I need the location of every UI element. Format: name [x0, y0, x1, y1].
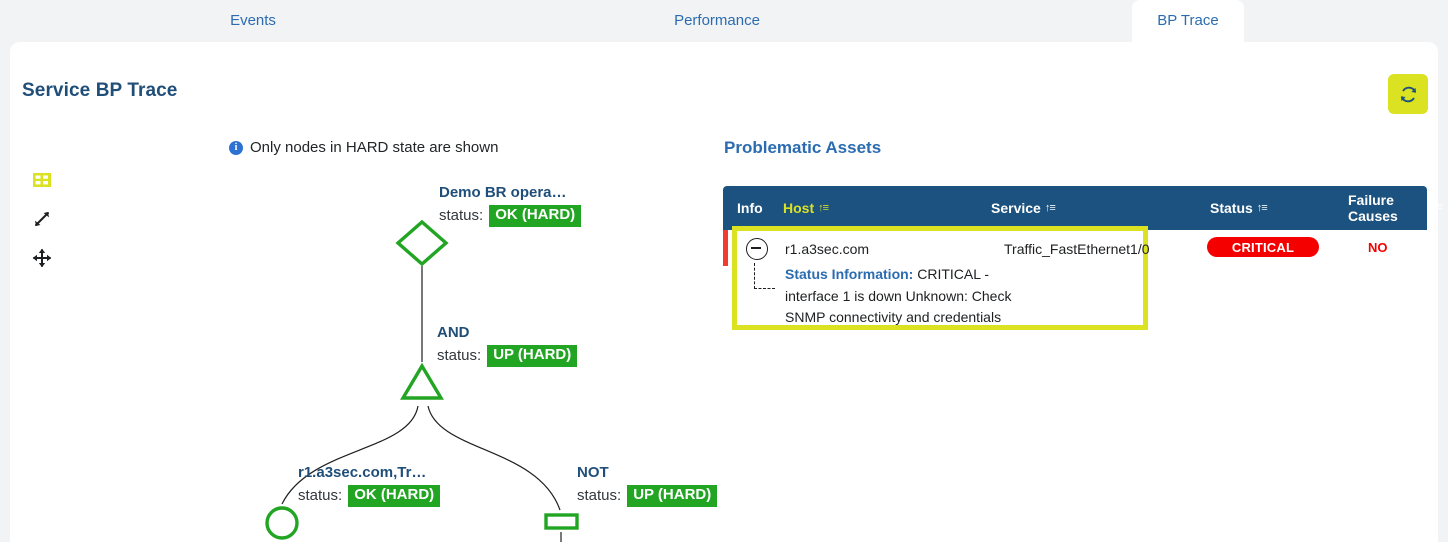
status-word-root: status:: [439, 207, 484, 225]
minus-circle-icon[interactable]: [746, 238, 768, 260]
cell-failure-causes: NO: [1368, 240, 1388, 255]
node-label-host: r1.a3sec.com,Tr…: [298, 464, 427, 481]
sort-ascending-icon: ↑≡: [1256, 202, 1268, 214]
row-severity-flag: [723, 230, 728, 266]
status-badge: CRITICAL: [1207, 237, 1319, 257]
refresh-button[interactable]: [1388, 74, 1428, 114]
tab-bp-trace-label: BP Trace: [1157, 12, 1219, 29]
column-header-info: Info: [737, 186, 763, 230]
column-header-status-label: Status: [1210, 200, 1253, 216]
status-word-and: status:: [437, 347, 482, 365]
node-status-and: status: UP (HARD): [437, 345, 578, 367]
tab-performance[interactable]: Performance: [596, 0, 838, 42]
status-badge-and: UP (HARD): [487, 345, 578, 367]
bp-trace-page: Events Performance BP Trace Service BP T…: [0, 0, 1448, 542]
column-header-service[interactable]: Service ↑≡: [991, 186, 1056, 230]
sort-ascending-icon: ↑≡: [818, 202, 829, 214]
node-shape-triangle[interactable]: [400, 362, 444, 400]
problematic-assets-table: Info Host ↑≡ Service ↑≡ Status ↑≡ Failur…: [723, 186, 1443, 340]
node-status-host: status: OK (HARD): [298, 485, 441, 507]
tree-connector-icon: [754, 263, 775, 289]
node-label-and: AND: [437, 324, 470, 341]
column-header-failure-causes[interactable]: Failure Causes ↑≡: [1348, 186, 1443, 230]
refresh-icon: [1400, 86, 1416, 102]
hard-state-note-text: Only nodes in HARD state are shown: [250, 139, 499, 156]
column-header-failure-causes-label: Failure Causes: [1348, 191, 1398, 224]
node-label-root: Demo BR opera…: [439, 184, 567, 201]
tab-events[interactable]: Events: [132, 0, 374, 42]
cell-service: Traffic_FastEthernet1/0: [1004, 241, 1150, 257]
table-header-row: Info Host ↑≡ Service ↑≡ Status ↑≡ Failur…: [723, 186, 1443, 230]
status-badge-root: OK (HARD): [489, 205, 582, 227]
status-badge-not: UP (HARD): [627, 485, 718, 507]
sort-ascending-icon: ↑≡: [1432, 201, 1443, 213]
tab-events-label: Events: [230, 12, 276, 29]
expand-arrows-icon: [35, 212, 49, 226]
column-header-service-label: Service: [991, 200, 1041, 216]
table-body: r1.a3sec.com Traffic_FastEthernet1/0 CRI…: [723, 226, 1427, 340]
tab-bar: Events Performance BP Trace: [0, 0, 1448, 42]
column-header-host[interactable]: Host ↑≡: [783, 186, 829, 230]
status-information-detail: Status Information: CRITICAL - interface…: [785, 264, 1025, 329]
grid-layout-button[interactable]: [31, 169, 53, 191]
problematic-assets-title: Problematic Assets: [724, 138, 882, 157]
sort-ascending-icon: ↑≡: [1044, 202, 1056, 214]
move-button[interactable]: [31, 247, 53, 269]
tab-bp-trace[interactable]: BP Trace: [1132, 0, 1244, 42]
column-header-status[interactable]: Status ↑≡: [1210, 186, 1268, 230]
status-information-label: Status Information:: [785, 266, 914, 282]
move-arrows-icon: [32, 248, 52, 268]
status-word-host: status:: [298, 487, 343, 505]
expand-button[interactable]: [31, 208, 53, 230]
status-word-not: status:: [577, 487, 622, 505]
status-badge-host: OK (HARD): [348, 485, 441, 507]
hard-state-note: i Only nodes in HARD state are shown: [229, 139, 498, 156]
info-icon: i: [229, 140, 243, 155]
tab-performance-label: Performance: [674, 12, 760, 29]
column-header-info-label: Info: [737, 200, 763, 216]
node-status-not: status: UP (HARD): [577, 485, 718, 507]
cell-host: r1.a3sec.com: [785, 241, 870, 257]
edge-and-to-not: [427, 405, 561, 511]
node-shape-diamond[interactable]: [395, 219, 449, 267]
node-status-root: status: OK (HARD): [439, 205, 582, 227]
column-header-host-label: Host: [783, 200, 815, 216]
node-label-not: NOT: [577, 464, 609, 481]
grid-layout-icon: [33, 173, 51, 187]
content-card: Service BP Trace i Only nodes in HARD st…: [10, 42, 1443, 542]
node-shape-rectangle[interactable]: [544, 513, 579, 530]
node-shape-circle[interactable]: [265, 506, 299, 540]
page-title: Service BP Trace: [22, 80, 178, 101]
